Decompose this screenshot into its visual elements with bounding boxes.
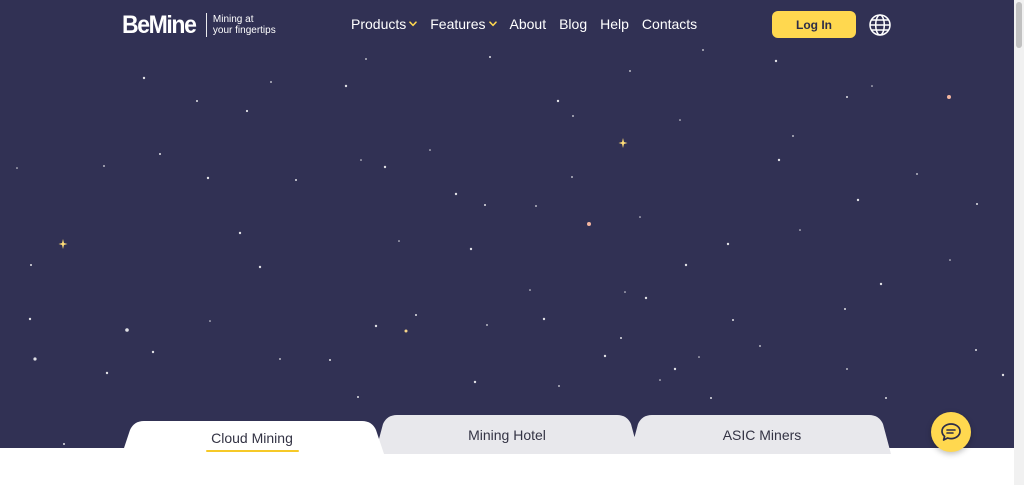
logo-divider xyxy=(205,13,207,37)
active-tab-indicator xyxy=(206,450,299,452)
nav-about[interactable]: About xyxy=(510,16,547,32)
globe-icon[interactable] xyxy=(868,13,892,37)
scrollbar-thumb[interactable] xyxy=(1016,2,1022,48)
nav-products-label: Products xyxy=(351,16,407,32)
chat-bubble-icon xyxy=(941,423,961,441)
tab-asic-miners-label: ASIC Miners xyxy=(722,427,802,443)
product-tabs: Cloud Mining Mining Hotel ASIC Miners xyxy=(0,410,1014,454)
main-nav: Products Features About Blog Help Contac… xyxy=(351,14,710,34)
nav-help[interactable]: Help xyxy=(600,16,629,32)
tab-cloud-mining-label: Cloud Mining xyxy=(211,430,293,446)
tab-cloud-mining[interactable]: Cloud Mining xyxy=(132,416,372,460)
chevron-down-icon xyxy=(488,21,497,27)
tagline-line-1: Mining at xyxy=(212,14,254,25)
page-scrollbar[interactable] xyxy=(1014,0,1024,485)
bemine-logo[interactable]: BeMine Mining at your fingertips xyxy=(122,11,293,39)
logo-tagline: Mining at your fingertips xyxy=(213,14,293,36)
tab-asic-miners[interactable]: ASIC Miners xyxy=(642,413,882,457)
nav-products[interactable]: Products xyxy=(351,16,417,32)
nav-blog[interactable]: Blog xyxy=(559,16,587,32)
tagline-line-2: your fingertips xyxy=(212,25,276,36)
nav-contacts[interactable]: Contacts xyxy=(642,16,697,32)
chat-button[interactable] xyxy=(931,412,971,452)
starfield-background xyxy=(16,49,1005,445)
nav-features-label: Features xyxy=(430,16,486,32)
tab-mining-hotel[interactable]: Mining Hotel xyxy=(387,413,627,457)
chevron-down-icon xyxy=(409,21,417,27)
login-button[interactable]: Log In xyxy=(772,11,856,38)
nav-features[interactable]: Features xyxy=(430,16,497,32)
hero-section: BeMine Mining at your fingertips Product… xyxy=(0,0,1014,448)
tab-mining-hotel-label: Mining Hotel xyxy=(468,427,546,443)
logo-wordmark: BeMine xyxy=(122,10,197,39)
